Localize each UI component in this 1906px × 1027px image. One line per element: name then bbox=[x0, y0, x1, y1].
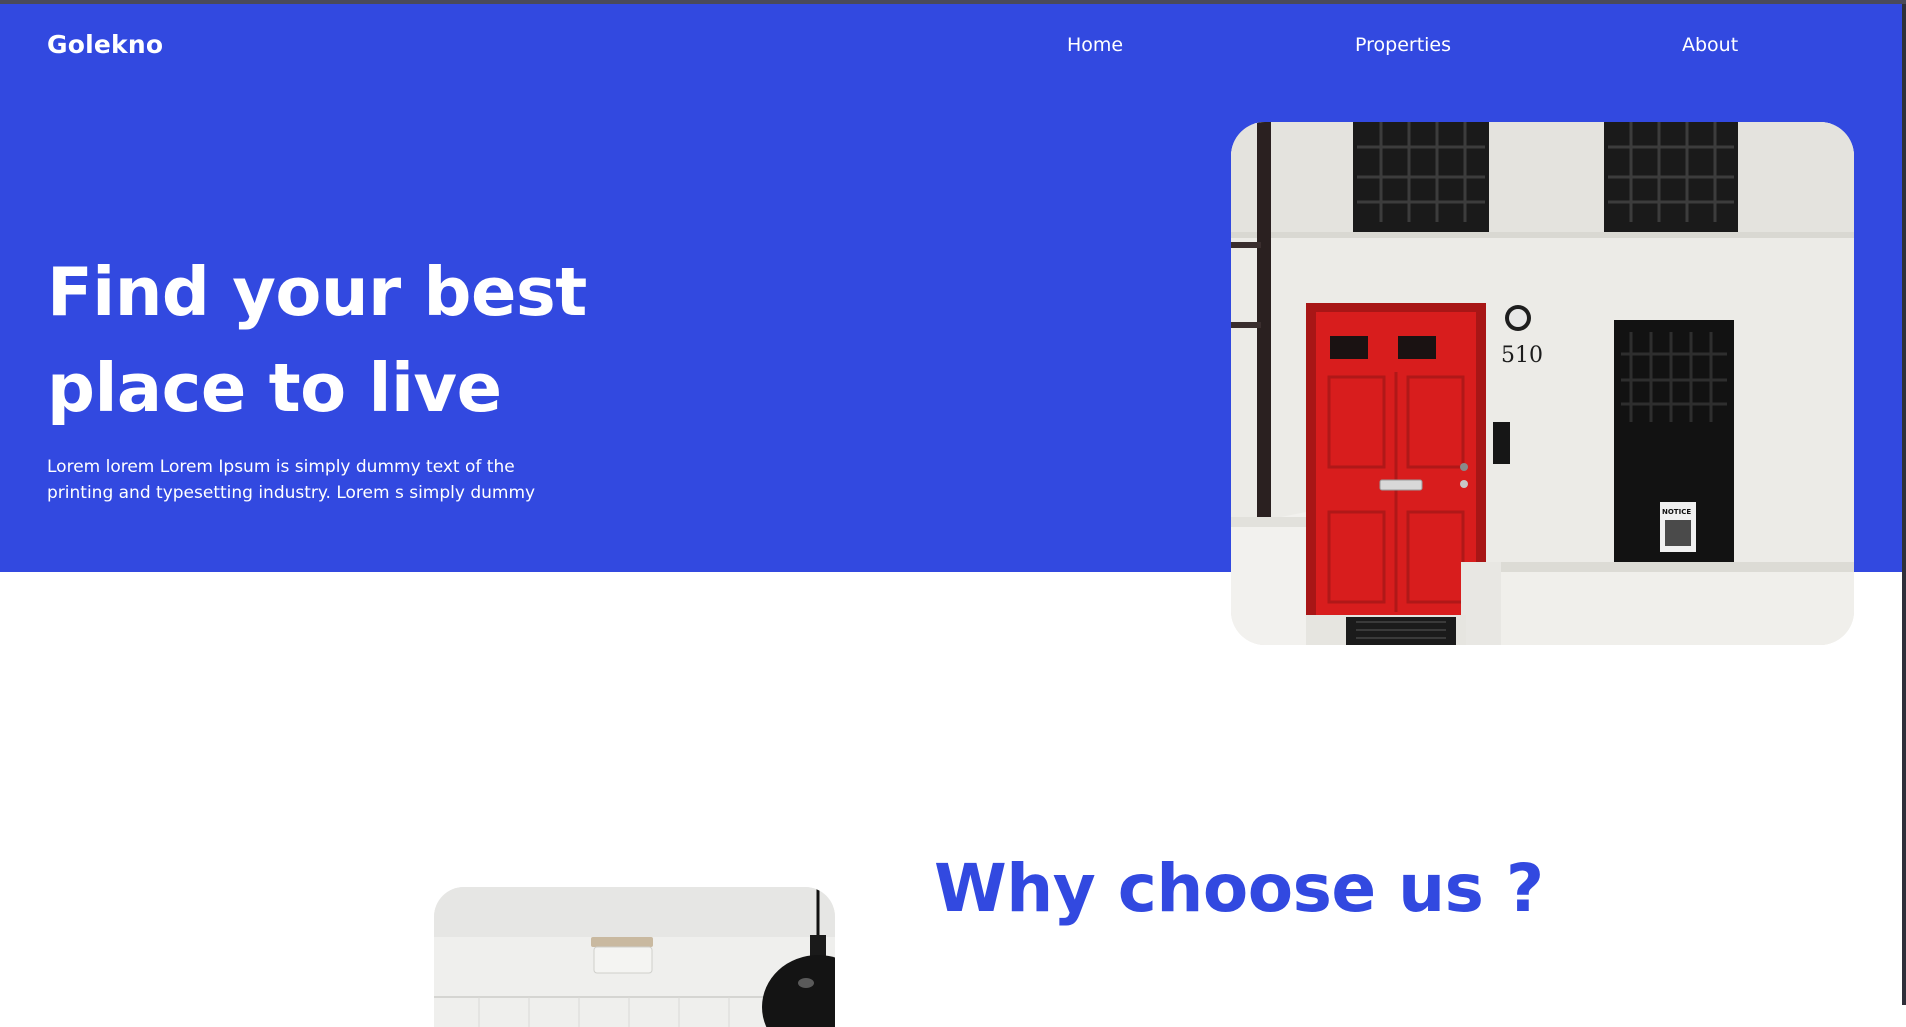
interior-photo bbox=[434, 887, 835, 1027]
hero-headline: Find your best place to live bbox=[47, 253, 587, 427]
nav-link-properties[interactable]: Properties bbox=[1355, 34, 1451, 56]
house-number: 510 bbox=[1501, 343, 1543, 368]
hero-tagline: Lorem lorem Lorem Ipsum is simply dummy … bbox=[47, 457, 536, 503]
nav-link-about[interactable]: About bbox=[1682, 34, 1738, 56]
why-choose-us-heading: Why choose us ? bbox=[934, 850, 1544, 927]
brand-logo[interactable]: Golekno bbox=[47, 30, 163, 59]
house-photo: 510 NOTICE bbox=[1231, 122, 1854, 645]
notice-sign-text: NOTICE bbox=[1662, 508, 1691, 516]
nav-link-home[interactable]: Home bbox=[1067, 34, 1123, 56]
page-scrollbar[interactable] bbox=[1902, 4, 1906, 1005]
